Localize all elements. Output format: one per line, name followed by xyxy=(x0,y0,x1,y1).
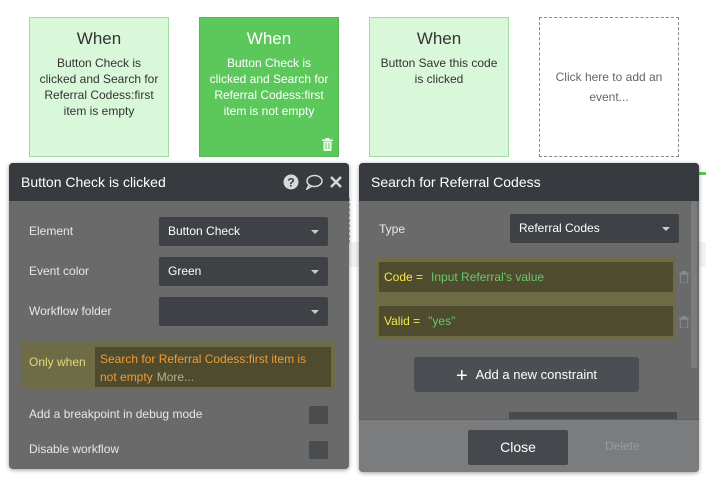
constraints-list: Code = Input Referral's value Valid = "yes… xyxy=(376,257,676,340)
element-dropdown[interactable]: Button Check xyxy=(159,217,328,246)
connector-line xyxy=(699,172,706,175)
event-when-label: When xyxy=(416,29,462,48)
panel-title: Search for Referral Codess xyxy=(371,174,541,190)
svg-text:?: ? xyxy=(287,176,294,190)
condition-text: Search for Referral Codess:first item is… xyxy=(100,352,307,384)
caret-down-icon xyxy=(311,310,319,314)
event-description: Button Check is clicked and Search for R… xyxy=(39,56,159,118)
scrollbar-thumb[interactable] xyxy=(691,201,697,368)
search-editor-panel: Search for Referral Codess Type Referral… xyxy=(359,163,699,472)
breakpoint-checkbox[interactable] xyxy=(309,406,328,424)
constraint-key: Code = xyxy=(384,270,424,284)
workflow-folder-label: Workflow folder xyxy=(29,304,112,318)
event-properties-panel: Button Check is clicked ? Element Button… xyxy=(9,163,349,469)
type-dropdown[interactable]: Referral Codes xyxy=(510,214,679,243)
event-color-dropdown[interactable]: Green xyxy=(159,257,328,286)
trash-icon[interactable] xyxy=(679,316,689,328)
close-button[interactable]: Close xyxy=(468,430,568,465)
caret-down-icon xyxy=(311,230,319,234)
condition-expression[interactable]: Search for Referral Codess:first item is… xyxy=(95,347,331,387)
event-card-check-empty[interactable]: When Button Check is clicked and Search … xyxy=(29,17,169,157)
disable-workflow-checkbox[interactable] xyxy=(309,441,328,459)
event-description: Button Check is clicked and Search for R… xyxy=(209,56,329,118)
help-icon[interactable]: ? xyxy=(283,174,299,190)
workflow-editor: { "events": [ {"when": "When", "text": "… xyxy=(0,0,706,481)
add-constraint-label: Add a new constraint xyxy=(475,367,598,382)
constraint-value: Input Referral's value xyxy=(431,270,545,284)
hidden-field xyxy=(509,412,677,419)
breakpoint-label: Add a breakpoint in debug mode xyxy=(29,407,203,421)
element-value: Button Check xyxy=(168,224,241,238)
element-label: Element xyxy=(29,224,74,238)
event-color-value: Green xyxy=(168,264,202,278)
add-event-label: Click here to add an event... xyxy=(555,70,663,104)
caret-down-icon xyxy=(311,270,319,274)
close-icon[interactable] xyxy=(329,175,343,189)
only-when-condition: Only when Search for Referral Codess:fir… xyxy=(22,342,335,390)
event-when-label: When xyxy=(76,29,122,48)
trash-icon[interactable] xyxy=(679,271,689,283)
comment-icon[interactable] xyxy=(305,174,323,190)
type-value: Referral Codes xyxy=(519,221,600,235)
constraint-key: Valid = xyxy=(384,314,421,328)
more-link[interactable]: More... xyxy=(157,370,194,384)
panel-title: Button Check is clicked xyxy=(21,174,166,190)
panel-footer: Close Delete xyxy=(359,419,699,472)
event-color-label: Event color xyxy=(29,264,90,278)
constraint-row[interactable]: Code = Input Referral's value xyxy=(379,262,673,292)
delete-button[interactable]: Delete xyxy=(605,439,640,453)
plus-icon: + xyxy=(455,365,468,387)
add-constraint-button[interactable]: + Add a new constraint xyxy=(414,357,639,392)
type-label: Type xyxy=(379,222,406,236)
only-when-label: Only when xyxy=(29,355,86,369)
event-card-check-not-empty[interactable]: When Button Check is clicked and Search … xyxy=(199,17,339,157)
event-when-label: When xyxy=(246,29,292,48)
trash-icon[interactable] xyxy=(322,138,333,151)
constraint-value: "yes" xyxy=(428,314,456,328)
add-event-card[interactable]: Click here to add an event... xyxy=(539,17,679,157)
disable-workflow-label: Disable workflow xyxy=(29,442,120,456)
panel-header: Button Check is clicked ? xyxy=(9,163,349,201)
panel-header: Search for Referral Codess xyxy=(359,163,699,201)
workflow-folder-dropdown[interactable] xyxy=(159,297,328,326)
event-description: Button Save this code is clicked xyxy=(380,56,498,86)
event-card-save-code[interactable]: When Button Save this code is clicked xyxy=(369,17,509,157)
constraint-row[interactable]: Valid = "yes" xyxy=(379,306,673,336)
caret-down-icon xyxy=(662,227,670,231)
